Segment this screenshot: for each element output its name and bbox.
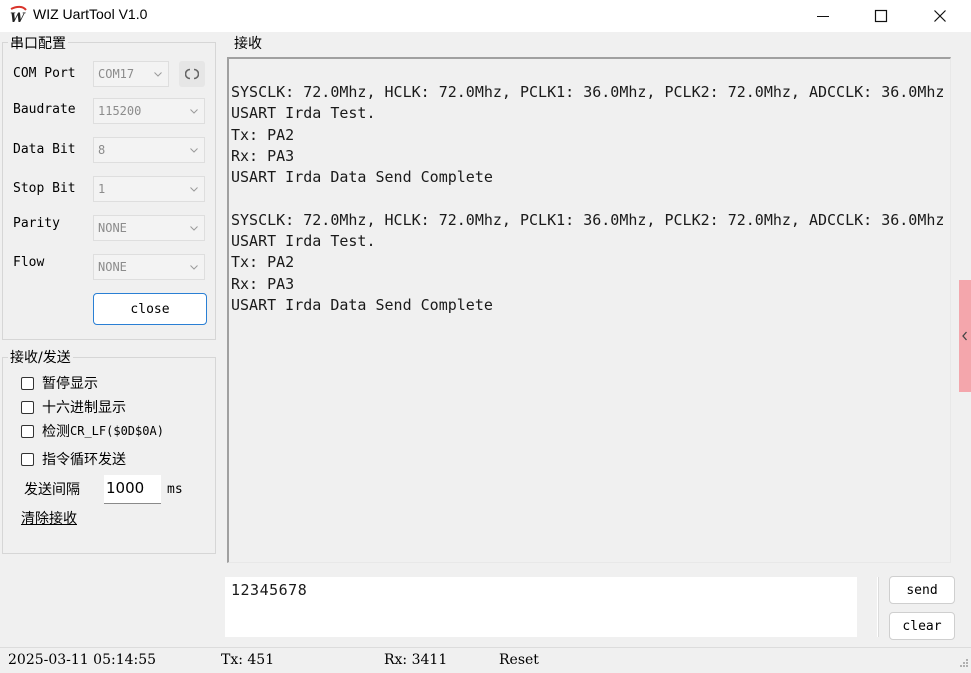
chevron-down-icon bbox=[190, 187, 198, 192]
send-interval-label: 发送间隔 bbox=[24, 482, 80, 498]
baudrate-label: Baudrate bbox=[13, 102, 76, 117]
svg-text:W: W bbox=[10, 11, 26, 25]
pause-display-checkbox[interactable]: 暂停显示 bbox=[21, 373, 98, 393]
checkbox-box bbox=[21, 424, 34, 438]
parity-label: Parity bbox=[13, 216, 60, 231]
send-interval-input[interactable]: 1000 bbox=[104, 475, 161, 504]
detect-crlf-label-suffix: CR_LF($0D$0A) bbox=[70, 424, 164, 438]
rx-tx-options-title: 接收/发送 bbox=[8, 347, 73, 367]
hex-display-checkbox[interactable]: 十六进制显示 bbox=[21, 397, 126, 417]
com-port-value: COM17 bbox=[98, 67, 135, 81]
baudrate-value: 115200 bbox=[98, 104, 142, 118]
checkbox-box bbox=[21, 452, 34, 466]
refresh-ports-button[interactable] bbox=[179, 61, 205, 87]
flow-value: NONE bbox=[98, 260, 127, 274]
chevron-down-icon bbox=[190, 265, 198, 270]
maximize-button[interactable] bbox=[852, 0, 910, 32]
flow-label: Flow bbox=[13, 255, 45, 270]
clear-receive-link[interactable]: 清除接收 bbox=[21, 508, 77, 528]
detect-crlf-label-prefix: 检测 bbox=[42, 424, 70, 440]
hex-display-label: 十六进制显示 bbox=[42, 400, 126, 416]
status-datetime: 2025-03-11 05:14:55 bbox=[8, 652, 157, 668]
maximize-icon bbox=[874, 9, 888, 23]
send-input[interactable]: 12345678 bbox=[225, 577, 879, 637]
minimize-icon bbox=[817, 16, 829, 17]
parity-select[interactable]: NONE bbox=[93, 215, 205, 241]
stop-bit-select[interactable]: 1 bbox=[93, 176, 205, 202]
status-reset-button[interactable]: Reset bbox=[499, 652, 539, 668]
send-interval-value: 1000 bbox=[106, 479, 145, 497]
close-icon bbox=[934, 10, 946, 22]
refresh-icon bbox=[185, 68, 199, 80]
send-input-value: 12345678 bbox=[231, 581, 308, 599]
send-button[interactable]: send bbox=[889, 576, 955, 604]
stop-bit-value: 1 bbox=[98, 182, 106, 196]
send-interval-unit: ms bbox=[167, 482, 183, 497]
chevron-down-icon bbox=[154, 72, 162, 77]
send-input-scrollbar[interactable] bbox=[857, 577, 877, 637]
chevron-down-icon bbox=[190, 226, 198, 231]
loop-send-checkbox[interactable]: 指令循环发送 bbox=[21, 449, 126, 469]
chevron-left-icon bbox=[962, 331, 967, 341]
pause-display-label: 暂停显示 bbox=[42, 376, 98, 392]
data-bit-label: Data Bit bbox=[13, 142, 76, 157]
close-window-button[interactable] bbox=[911, 0, 969, 32]
flow-select[interactable]: NONE bbox=[93, 254, 205, 280]
parity-value: NONE bbox=[98, 221, 127, 235]
status-tx-count: Tx: 451 bbox=[221, 652, 275, 668]
checkbox-box bbox=[21, 400, 34, 414]
window-title: WIZ UartTool V1.0 bbox=[33, 6, 148, 22]
resize-grip-icon[interactable] bbox=[955, 656, 969, 670]
app-logo-icon: W bbox=[10, 5, 27, 25]
com-port-label: COM Port bbox=[13, 66, 76, 81]
loop-send-label: 指令循环发送 bbox=[42, 452, 126, 468]
baudrate-select[interactable]: 115200 bbox=[93, 98, 205, 124]
data-bit-value: 8 bbox=[98, 143, 106, 157]
clear-button[interactable]: clear bbox=[889, 612, 955, 640]
close-port-button[interactable]: close bbox=[93, 293, 207, 325]
chevron-down-icon bbox=[190, 148, 198, 153]
side-panel-handle[interactable] bbox=[959, 280, 971, 392]
chevron-down-icon bbox=[190, 109, 198, 114]
receive-textarea[interactable]: SYSCLK: 72.0Mhz, HCLK: 72.0Mhz, PCLK1: 3… bbox=[227, 57, 951, 563]
data-bit-select[interactable]: 8 bbox=[93, 137, 205, 163]
checkbox-box bbox=[21, 376, 34, 390]
stop-bit-label: Stop Bit bbox=[13, 181, 76, 196]
receive-text: SYSCLK: 72.0Mhz, HCLK: 72.0Mhz, PCLK1: 3… bbox=[231, 83, 945, 314]
com-port-select[interactable]: COM17 bbox=[93, 61, 169, 87]
serial-config-title: 串口配置 bbox=[8, 33, 68, 53]
detect-crlf-checkbox[interactable]: 检测 CR_LF($0D$0A) bbox=[21, 421, 164, 441]
status-rx-count: Rx: 3411 bbox=[384, 652, 448, 668]
receive-title: 接收 bbox=[234, 36, 262, 52]
minimize-button[interactable] bbox=[794, 0, 852, 32]
